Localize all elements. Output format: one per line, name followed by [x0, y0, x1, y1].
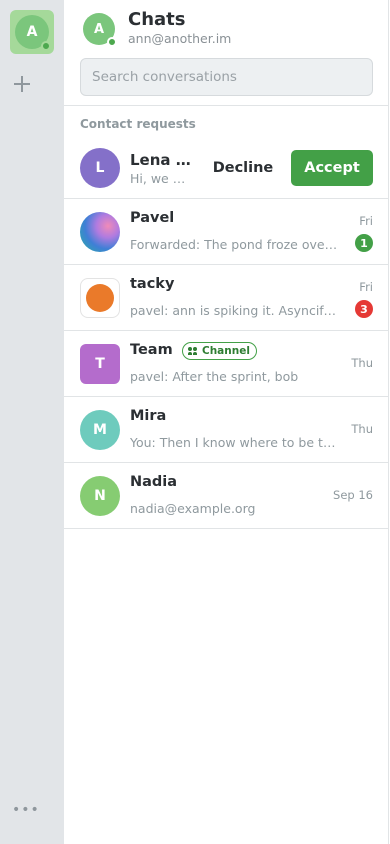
message-preview: Hi, we met at the meetup	[130, 171, 190, 186]
contact-request-row[interactable]: L Lena Kowalski Hi, we met at the meetup…	[64, 137, 389, 199]
account-switcher[interactable]: A	[10, 10, 54, 54]
unread-badge: 3	[355, 300, 373, 318]
unread-badge: 1	[355, 234, 373, 252]
chat-time: Fri	[359, 280, 373, 294]
page-title: Chats	[128, 9, 186, 30]
chat-row-pavel[interactable]: Pavel Forwarded: The pond froze over las…	[64, 199, 389, 265]
chat-time: Thu	[351, 422, 373, 436]
chat-name: Pavel	[130, 210, 175, 226]
decline-button[interactable]: Decline	[202, 150, 284, 186]
people-icon	[188, 347, 198, 355]
more-icon[interactable]: •••	[12, 802, 40, 818]
avatar	[80, 278, 120, 318]
accept-button[interactable]: Accept	[291, 150, 373, 186]
avatar	[80, 212, 120, 252]
chat-list-header: A Chats ann@another.im	[64, 0, 389, 106]
chat-time: Fri	[359, 214, 373, 228]
online-indicator	[107, 37, 117, 47]
chat-row-nadia[interactable]: N Nadia nadia@example.org Sep 16	[64, 463, 389, 529]
online-indicator	[41, 41, 51, 51]
channel-badge: Channel	[182, 342, 257, 360]
chat-row-tacky[interactable]: tacky pavel: ann is spiking it. Asyncify…	[64, 265, 389, 331]
account-rail: A •••	[0, 0, 64, 844]
chat-row-team[interactable]: T Team Channel pavel: After the sprint, …	[64, 331, 389, 397]
chat-time: Sep 16	[333, 488, 373, 502]
message-preview: pavel: ann is spiking it. Asyncify it	[130, 303, 342, 318]
contact-name: Lena Kowalski	[130, 151, 194, 169]
message-preview: Forwarded: The pond froze over last nigh…	[130, 237, 342, 252]
avatar: L	[80, 148, 120, 188]
chat-name: tacky	[130, 276, 175, 292]
avatar: M	[80, 410, 120, 450]
chat-name: Mira	[130, 408, 167, 424]
search-input[interactable]	[80, 58, 373, 96]
message-preview: You: Then I know where to be tomorrow	[130, 435, 342, 450]
account-email: ann@another.im	[128, 31, 232, 46]
chat-name: Nadia	[130, 474, 178, 490]
chat-row-mira[interactable]: M Mira You: Then I know where to be tomo…	[64, 397, 389, 463]
message-preview: pavel: After the sprint, bob	[130, 369, 299, 384]
channel-badge-label: Channel	[202, 345, 250, 357]
avatar-image	[86, 284, 114, 312]
chat-list-panel: A Chats ann@another.im Contact requests …	[64, 0, 389, 844]
chat-time: Thu	[351, 356, 373, 370]
contact-requests-heading: Contact requests	[80, 117, 196, 131]
avatar: T	[80, 344, 120, 384]
plus-icon[interactable]	[12, 74, 32, 94]
message-preview: nadia@example.org	[130, 501, 256, 516]
chat-name: Team	[130, 342, 173, 358]
avatar: N	[80, 476, 120, 516]
